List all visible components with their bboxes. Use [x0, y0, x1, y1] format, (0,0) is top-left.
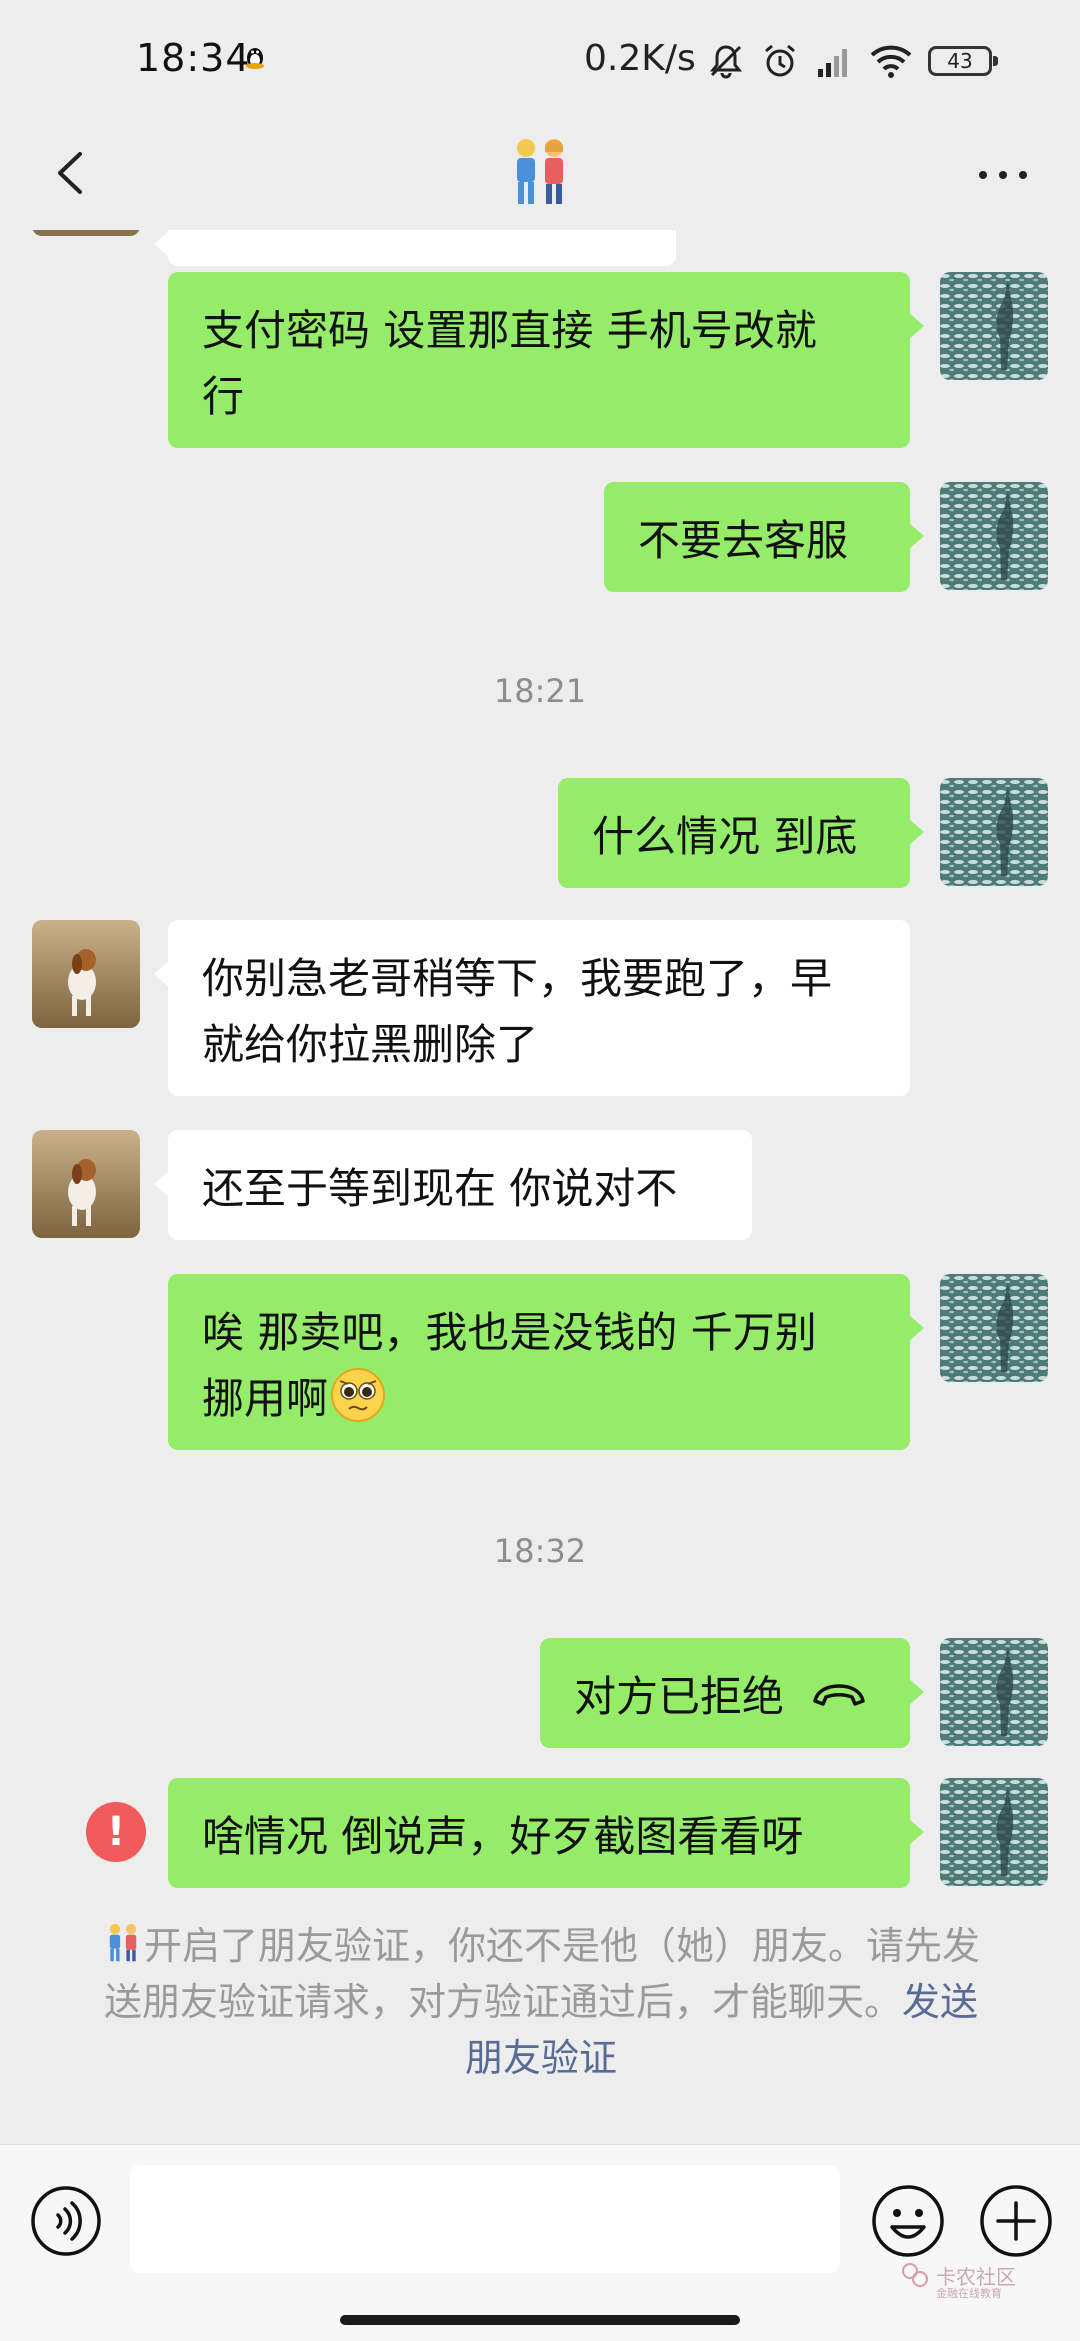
message-bubble-sent[interactable]: 唉 那卖吧，我也是没钱的 千万别 挪用啊: [168, 1274, 924, 1450]
send-failed-icon[interactable]: !: [86, 1802, 146, 1862]
watermark-subtext: 金融在线教育: [936, 2287, 1002, 2300]
avatar-contact[interactable]: [32, 920, 140, 1028]
message-bubble-received[interactable]: 还至于等到现在 你说对不: [154, 1130, 752, 1240]
avatar-self[interactable]: [940, 1274, 1048, 1382]
battery-icon: 43: [928, 46, 998, 76]
couple-emoji-icon: [517, 139, 563, 204]
avatar-contact[interactable]: [32, 230, 140, 236]
status-time: 18:34: [136, 36, 251, 80]
chat-title-bar: [0, 120, 1080, 230]
qq-penguin-icon: [246, 48, 264, 69]
message-timestamp: 18:32: [493, 1532, 587, 1570]
message-timestamp: 18:21: [493, 672, 587, 710]
voice-icon[interactable]: [30, 2185, 102, 2257]
ellipsis-icon[interactable]: [968, 140, 1038, 210]
hangup-icon: [813, 1684, 866, 1706]
signal-icon: [818, 49, 847, 77]
message-bubble-sent-failed[interactable]: 啥情况 倒说声，好歹截图看看呀: [168, 1778, 924, 1888]
avatar-contact[interactable]: [32, 1130, 140, 1238]
avatar-self[interactable]: [940, 1638, 1048, 1746]
message-text: 对方已拒绝: [574, 1672, 785, 1721]
avatar-self[interactable]: [940, 272, 1048, 380]
chat-message-list[interactable]: 支付密码 设置那直接 手机号改就 行 不要去客服 18:21 什么情况 到底 你…: [0, 230, 1080, 2144]
status-icons: 43: [706, 36, 998, 86]
wifi-icon: [870, 45, 912, 78]
call-record-bubble[interactable]: 对方已拒绝: [540, 1638, 924, 1748]
couple-emoji-icon: [109, 1923, 137, 1962]
avatar-self[interactable]: [940, 482, 1048, 590]
message-bubble-sent[interactable]: 支付密码 设置那直接 手机号改就 行: [168, 272, 924, 448]
chevron-left-icon[interactable]: [36, 138, 106, 208]
plus-circle-icon[interactable]: [978, 2183, 1054, 2259]
status-bar: 18:34 0.2K/s 43: [0, 0, 1080, 120]
partial-message-bubble[interactable]: [154, 230, 676, 266]
message-bubble-sent[interactable]: 什么情况 到底: [558, 778, 924, 888]
message-bubble-received[interactable]: 你别急老哥稍等下，我要跑了，早 就给你拉黑删除了: [154, 920, 910, 1096]
avatar-self[interactable]: [940, 778, 1048, 886]
pleading-face-icon: [331, 1368, 386, 1422]
message-text: 唉 那卖吧，我也是没钱的 千万别 挪用啊: [202, 1308, 817, 1423]
watermark-logo-icon: [902, 2263, 928, 2287]
network-speed: 0.2K/s: [584, 38, 696, 79]
alarm-icon: [765, 44, 795, 77]
message-bubble-sent[interactable]: 不要去客服: [604, 482, 924, 592]
notice-text: 开启了朋友验证，你还不是他（她）朋友。请先发送朋友验证请求，对方验证通过后，才能…: [103, 1924, 980, 2024]
message-input-bar: 卡农社区 金融在线教育: [0, 2144, 1080, 2341]
avatar-self[interactable]: [940, 1778, 1048, 1886]
message-input-field[interactable]: [130, 2165, 840, 2273]
mute-icon: [709, 45, 743, 79]
smiley-icon[interactable]: [870, 2183, 946, 2259]
watermark: 卡农社区 金融在线教育: [900, 2261, 1030, 2311]
friend-verification-notice: 开启了朋友验证，你还不是他（她）朋友。请先发送朋友验证请求，对方验证通过后，才能…: [88, 1918, 994, 2086]
home-indicator[interactable]: [340, 2315, 740, 2325]
